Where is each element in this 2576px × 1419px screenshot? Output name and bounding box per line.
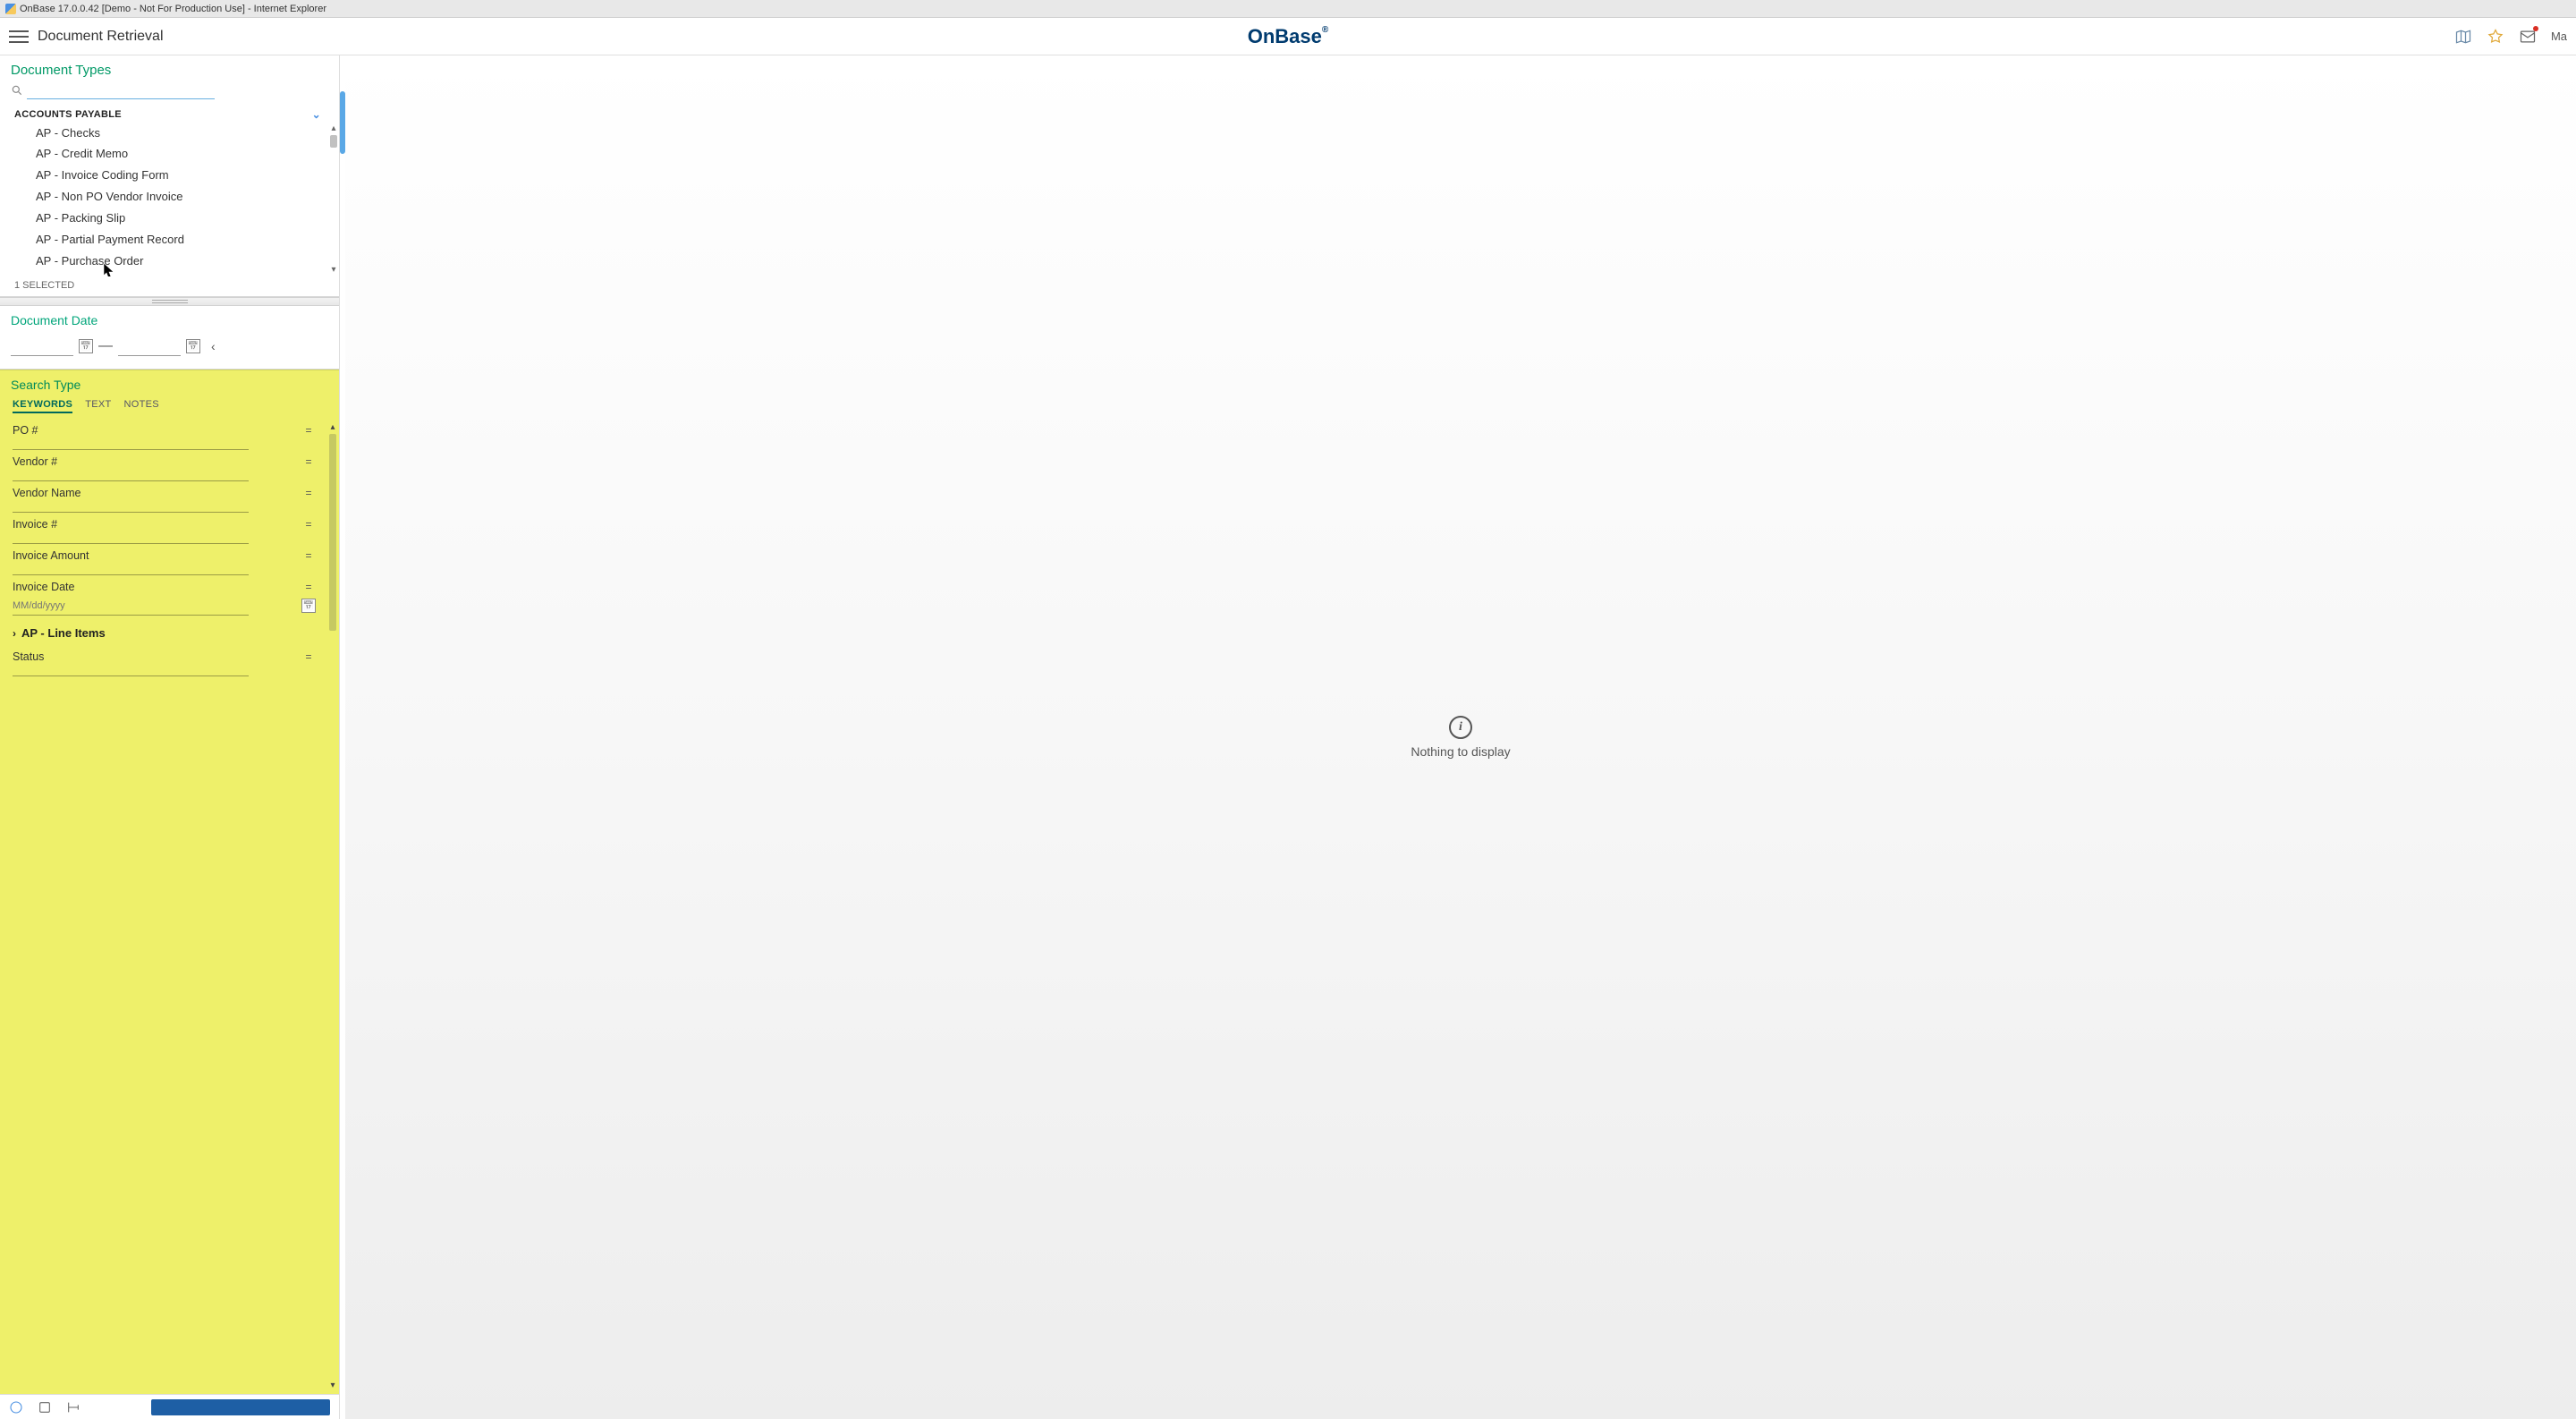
- date-to-input[interactable]: [118, 336, 181, 356]
- keyword-field-invoice-amount[interactable]: Invoice Amount =: [13, 549, 316, 575]
- operator-icon[interactable]: =: [301, 487, 316, 499]
- document-type-list[interactable]: AP - Checks AP - Credit Memo AP - Invoic…: [0, 123, 328, 276]
- doc-type-item[interactable]: AP - Purchase Requisition: [14, 272, 328, 276]
- selected-count: 1 SELECTED: [0, 276, 339, 296]
- keyword-field-status[interactable]: Status =: [13, 650, 316, 676]
- sidebar-resizer[interactable]: [340, 55, 345, 1419]
- sidebar: Document Types ACCOUNTS PAYABLE ⌄ AP - C…: [0, 55, 340, 1419]
- search-type-header: Search Type: [0, 370, 339, 394]
- keyword-list: PO # = Vendor # =: [0, 419, 326, 1394]
- document-date-panel: Document Date — ‹: [0, 306, 339, 370]
- scroll-up-icon[interactable]: ▴: [331, 124, 335, 133]
- keyword-field-invoice-num[interactable]: Invoice # =: [13, 518, 316, 544]
- date-separator: —: [98, 338, 113, 354]
- doc-type-group-header[interactable]: ACCOUNTS PAYABLE ⌄: [0, 105, 339, 123]
- sidebar-footer: [0, 1394, 339, 1419]
- chevron-left-icon[interactable]: ‹: [211, 339, 216, 353]
- tab-notes[interactable]: NOTES: [124, 399, 159, 413]
- date-from-input[interactable]: [11, 336, 73, 356]
- kw-input[interactable]: [13, 480, 249, 481]
- chevron-right-icon: ›: [13, 627, 16, 640]
- keyword-field-po[interactable]: PO # =: [13, 424, 316, 450]
- panel-resize-handle[interactable]: [0, 297, 339, 306]
- kw-label: PO #: [13, 424, 38, 437]
- document-date-label: Document Date: [11, 313, 328, 327]
- doc-type-item[interactable]: AP - Purchase Order: [14, 251, 328, 272]
- keyword-field-vendor-num[interactable]: Vendor # =: [13, 455, 316, 481]
- kw-label: Vendor Name: [13, 487, 80, 499]
- scroll-down-icon[interactable]: ▾: [331, 266, 335, 275]
- operator-icon[interactable]: =: [301, 518, 316, 531]
- doc-type-scrollbar[interactable]: ▴ ▾: [328, 123, 339, 276]
- menu-icon[interactable]: [9, 27, 29, 47]
- map-icon[interactable]: [2454, 28, 2472, 46]
- scroll-down-icon[interactable]: ▾: [330, 1381, 335, 1390]
- kw-input[interactable]: [13, 512, 249, 513]
- keyword-field-vendor-name[interactable]: Vendor Name =: [13, 487, 316, 513]
- resizer-grip[interactable]: [340, 91, 345, 154]
- scroll-up-icon[interactable]: ▴: [330, 422, 335, 432]
- kw-input[interactable]: [13, 543, 249, 544]
- operator-icon[interactable]: =: [301, 455, 316, 468]
- footer-icon[interactable]: [9, 1400, 23, 1415]
- empty-state-text: Nothing to display: [1411, 744, 1510, 759]
- search-button[interactable]: [151, 1399, 330, 1415]
- kw-label: Invoice Amount: [13, 549, 89, 562]
- search-type-tabs: KEYWORDS TEXT NOTES: [0, 394, 339, 419]
- kw-label: Vendor #: [13, 455, 57, 468]
- expander-label: AP - Line Items: [21, 626, 106, 640]
- operator-icon[interactable]: =: [301, 424, 316, 437]
- search-type-panel: Search Type KEYWORDS TEXT NOTES PO # =: [0, 370, 339, 1394]
- footer-icon[interactable]: [66, 1400, 80, 1415]
- browser-titlebar: OnBase 17.0.0.42 [Demo - Not For Product…: [0, 0, 2576, 18]
- calendar-icon[interactable]: [301, 599, 316, 613]
- footer-icon[interactable]: [38, 1400, 52, 1415]
- info-icon: i: [1449, 716, 1472, 739]
- document-types-panel: Document Types ACCOUNTS PAYABLE ⌄ AP - C…: [0, 55, 339, 297]
- mail-icon[interactable]: [2519, 28, 2537, 46]
- window-title: OnBase 17.0.0.42 [Demo - Not For Product…: [20, 4, 326, 14]
- tab-keywords[interactable]: KEYWORDS: [13, 399, 72, 413]
- document-type-search-input[interactable]: [27, 81, 215, 99]
- scroll-thumb[interactable]: [329, 434, 336, 631]
- invoice-date-input[interactable]: [13, 600, 84, 611]
- kw-label: Invoice #: [13, 518, 57, 531]
- page-title: Document Retrieval: [38, 29, 164, 45]
- topbar: Document Retrieval OnBase® Ma: [0, 18, 2576, 55]
- doc-type-item[interactable]: AP - Checks: [14, 123, 328, 144]
- document-types-header: Document Types: [0, 55, 339, 78]
- kw-label: Status: [13, 650, 44, 663]
- doc-type-item[interactable]: AP - Credit Memo: [14, 144, 328, 166]
- scroll-thumb[interactable]: [330, 135, 337, 148]
- ie-favicon: [5, 4, 16, 14]
- group-label: ACCOUNTS PAYABLE: [14, 109, 122, 120]
- operator-icon[interactable]: =: [301, 581, 316, 593]
- operator-icon[interactable]: =: [301, 650, 316, 663]
- ap-line-items-expander[interactable]: › AP - Line Items: [13, 621, 316, 645]
- search-icon: [11, 84, 23, 97]
- chevron-down-icon: ⌄: [312, 108, 321, 121]
- operator-icon[interactable]: =: [301, 549, 316, 562]
- tab-text[interactable]: TEXT: [85, 399, 111, 413]
- doc-type-item[interactable]: AP - Non PO Vendor Invoice: [14, 187, 328, 208]
- calendar-icon[interactable]: [79, 339, 93, 353]
- star-icon[interactable]: [2487, 28, 2504, 46]
- doc-type-item[interactable]: AP - Invoice Coding Form: [14, 166, 328, 187]
- kw-input[interactable]: [13, 449, 249, 450]
- kw-label: Invoice Date: [13, 581, 74, 593]
- doc-type-item[interactable]: AP - Packing Slip: [14, 208, 328, 230]
- doc-type-item[interactable]: AP - Partial Payment Record: [14, 229, 328, 251]
- brand-logo: OnBase®: [1248, 25, 1329, 48]
- calendar-icon[interactable]: [186, 339, 200, 353]
- main-content: i Nothing to display: [345, 55, 2576, 1419]
- kw-input[interactable]: [13, 574, 249, 575]
- keyword-field-invoice-date[interactable]: Invoice Date =: [13, 581, 316, 616]
- keyword-scrollbar[interactable]: ▴ ▾: [326, 419, 339, 1394]
- top-right-text: Ma: [2551, 30, 2567, 43]
